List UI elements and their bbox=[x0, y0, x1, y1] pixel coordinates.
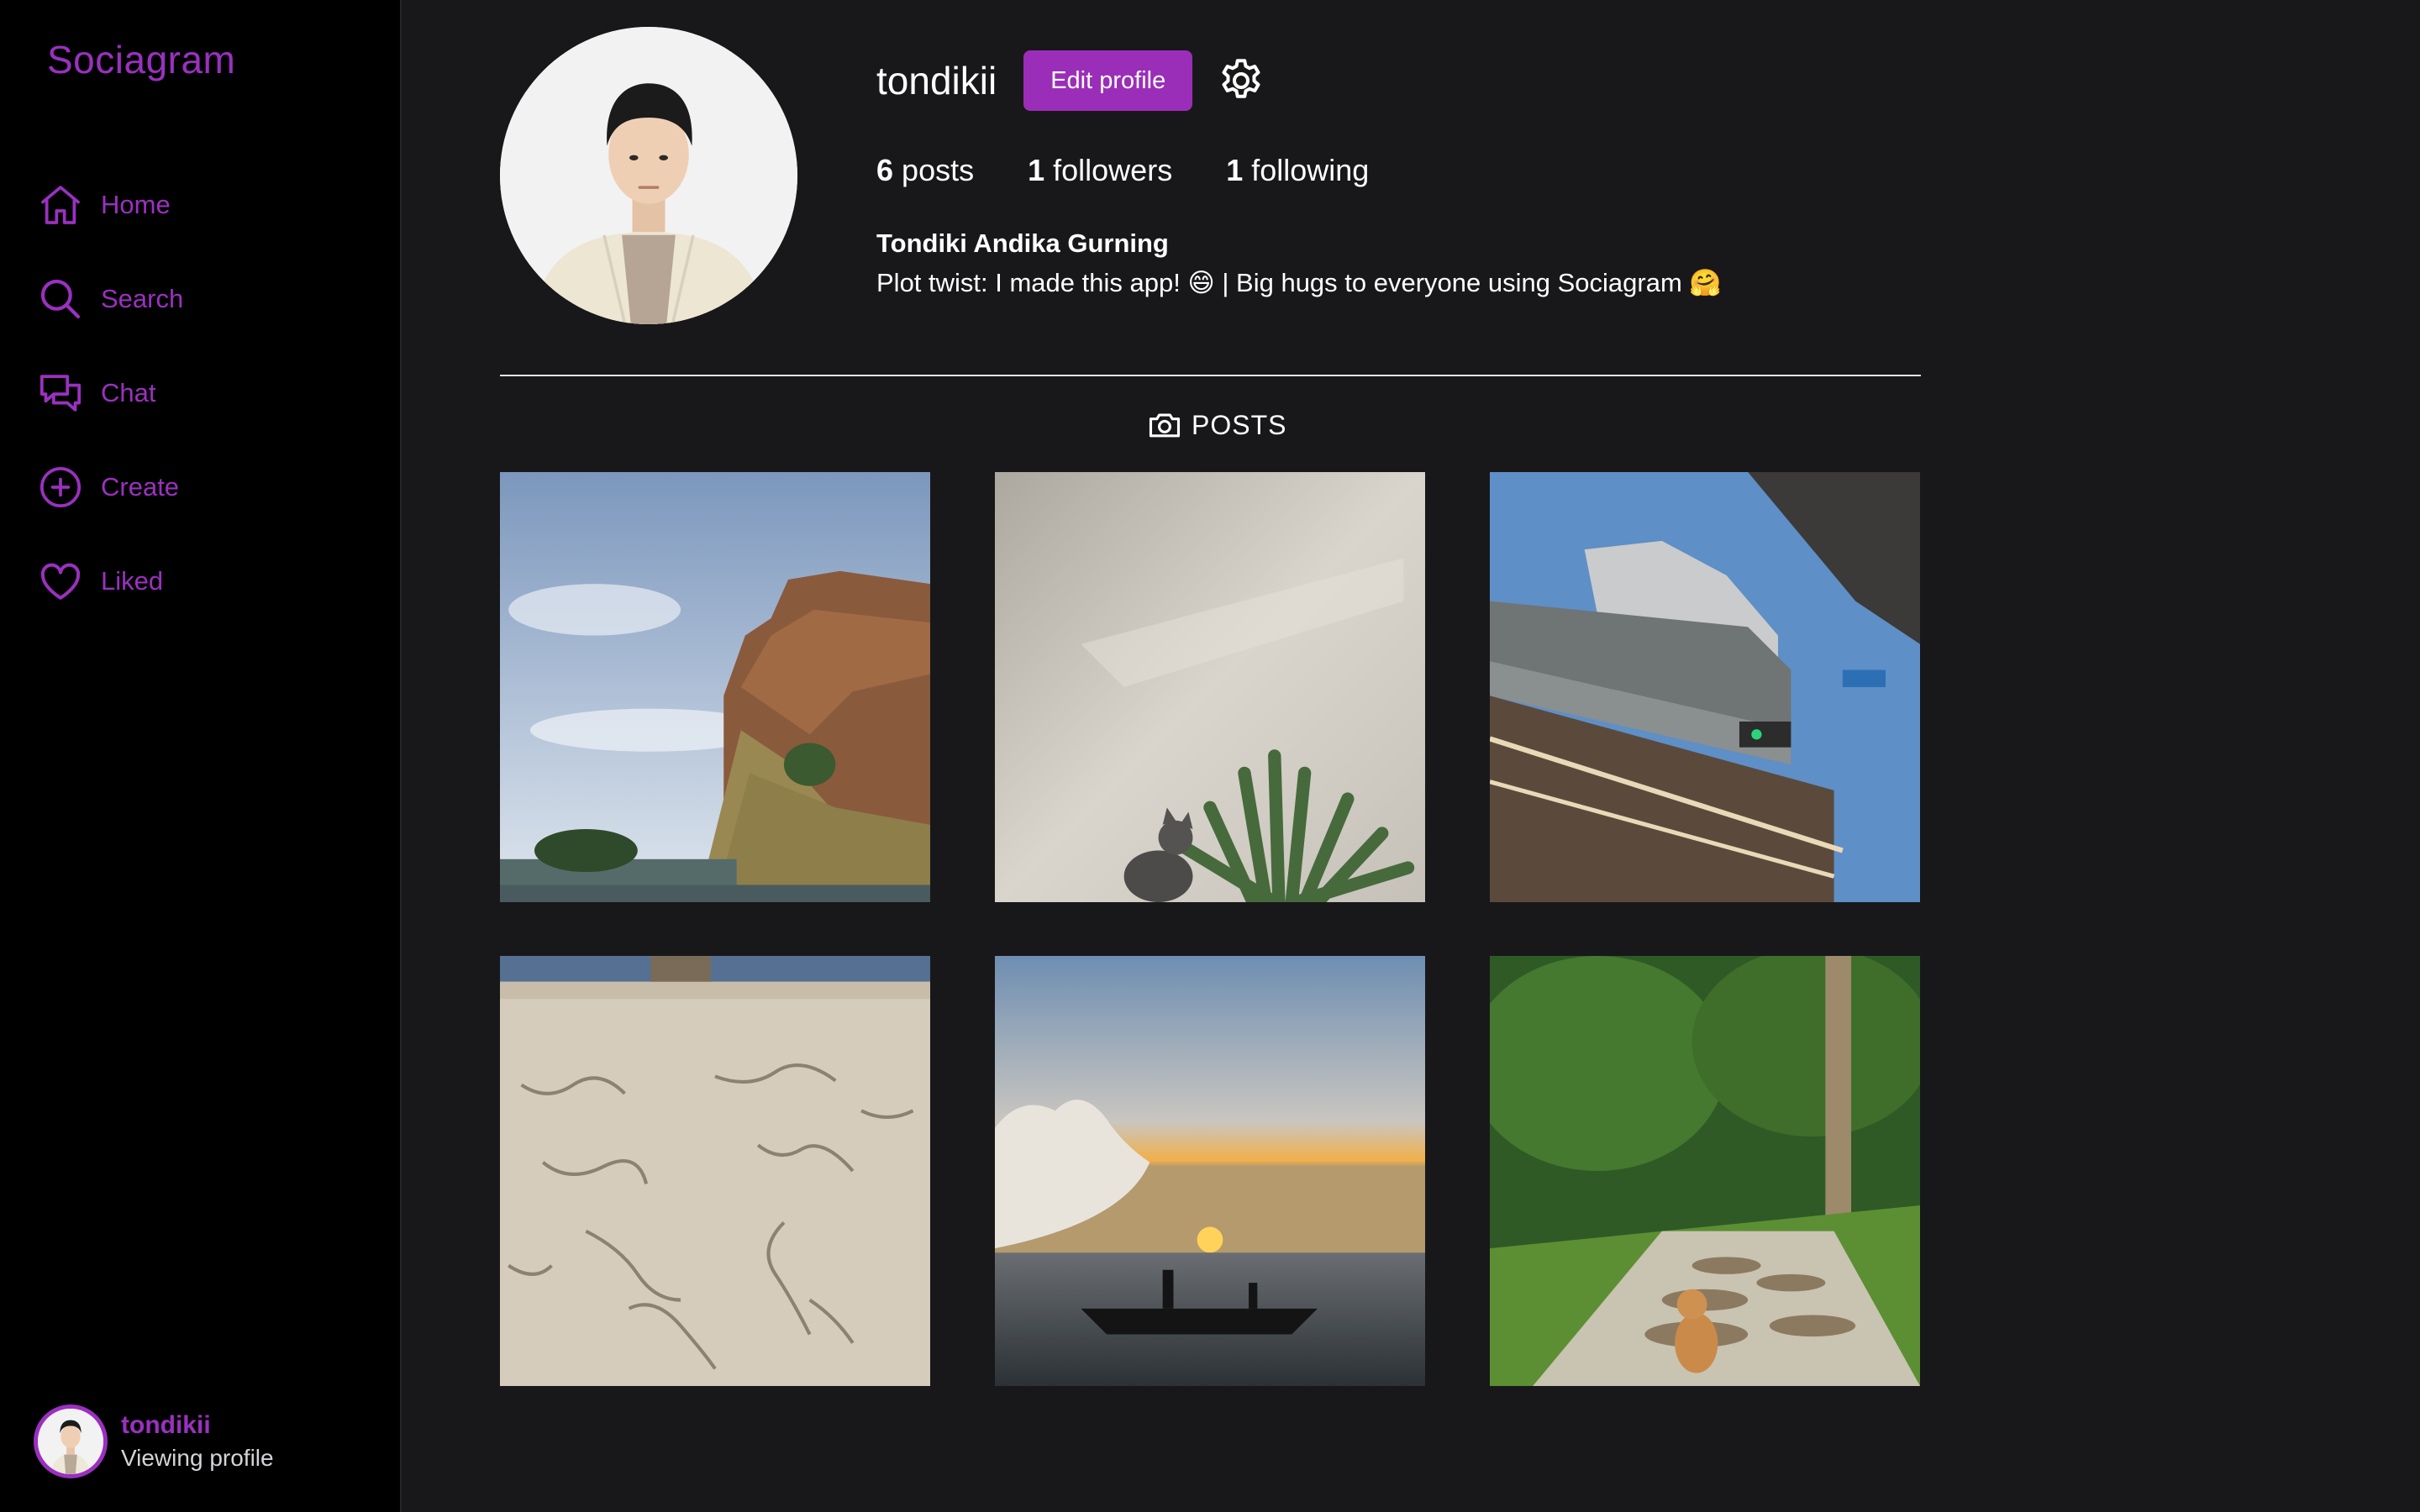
followers-count[interactable]: 1 followers bbox=[1028, 153, 1172, 188]
sand-beach-photo bbox=[500, 956, 930, 1386]
sidebar-item-liked[interactable]: Liked bbox=[37, 554, 373, 608]
profile-header: tondikii Edit profile bbox=[876, 50, 1266, 111]
profile-stats: 6 posts 1 followers 1 following bbox=[876, 153, 1423, 188]
brand-logo[interactable]: Sociagram bbox=[47, 37, 235, 82]
sidebar-nav: Home Search Chat Create Liked bbox=[37, 178, 373, 648]
posts-count: 6 posts bbox=[876, 153, 974, 188]
profile-username: tondikii bbox=[876, 59, 997, 102]
profile-avatar[interactable] bbox=[500, 27, 797, 324]
sidebar-user-card[interactable]: tondikii Viewing profile bbox=[34, 1404, 274, 1478]
profile-bio: Plot twist: I made this app! 😄 | Big hug… bbox=[876, 268, 1723, 297]
sidebar-user-status: Viewing profile bbox=[121, 1445, 274, 1471]
posts-count-value: 6 bbox=[876, 153, 894, 187]
tab-posts[interactable]: POSTS bbox=[1146, 407, 1286, 444]
posts-count-label: posts bbox=[902, 153, 975, 187]
sidebar-item-label: Create bbox=[101, 472, 180, 501]
sidebar: Sociagram Home Search Chat Create Liked … bbox=[0, 0, 402, 1512]
sunset-boat-photo bbox=[995, 956, 1425, 1386]
chat-icon bbox=[37, 370, 84, 417]
followers-count-label: followers bbox=[1053, 153, 1173, 187]
sidebar-item-label: Chat bbox=[101, 378, 156, 407]
post-thumbnail-garden-cat[interactable] bbox=[1490, 956, 1920, 1386]
plus-circle-icon bbox=[37, 464, 84, 511]
sidebar-user-text: tondikii Viewing profile bbox=[121, 1411, 274, 1472]
app-root: Sociagram Home Search Chat Create Liked … bbox=[0, 0, 2420, 1512]
sidebar-item-home[interactable]: Home bbox=[37, 178, 373, 232]
cat-garden-path-photo bbox=[1490, 956, 1920, 1386]
heart-icon bbox=[37, 558, 84, 605]
sidebar-item-label: Liked bbox=[101, 566, 164, 596]
post-thumbnail-cliff[interactable] bbox=[500, 472, 930, 902]
cliff-coast-photo bbox=[500, 472, 930, 902]
followers-count-value: 1 bbox=[1028, 153, 1045, 187]
cat-and-plant-photo bbox=[995, 472, 1425, 902]
home-icon bbox=[37, 181, 84, 228]
avatar[interactable] bbox=[34, 1404, 108, 1478]
camera-icon bbox=[1149, 413, 1181, 438]
following-count-label: following bbox=[1251, 153, 1370, 187]
following-count-value: 1 bbox=[1226, 153, 1244, 187]
sidebar-item-label: Search bbox=[101, 284, 184, 313]
profile-main: tondikii Edit profile 6 posts 1 follower… bbox=[402, 0, 2420, 1512]
post-thumbnail-sunset[interactable] bbox=[995, 956, 1425, 1386]
post-thumbnail-sand[interactable] bbox=[500, 956, 930, 1386]
divider bbox=[500, 375, 1921, 376]
sidebar-item-search[interactable]: Search bbox=[37, 272, 373, 326]
search-icon bbox=[37, 276, 84, 323]
tab-posts-label: POSTS bbox=[1192, 409, 1287, 440]
sidebar-username: tondikii bbox=[121, 1411, 211, 1439]
sidebar-item-label: Home bbox=[101, 190, 171, 219]
gear-icon[interactable] bbox=[1216, 55, 1266, 106]
sidebar-item-create[interactable]: Create bbox=[37, 460, 373, 514]
post-thumbnail-overpass[interactable] bbox=[1490, 472, 1920, 902]
overpass-building-photo bbox=[1490, 472, 1920, 902]
profile-full-name: Tondiki Andika Gurning bbox=[876, 228, 1169, 258]
following-count[interactable]: 1 following bbox=[1226, 153, 1369, 188]
post-thumbnail-cat-plant[interactable] bbox=[995, 472, 1425, 902]
edit-profile-button[interactable]: Edit profile bbox=[1023, 50, 1193, 111]
sidebar-item-chat[interactable]: Chat bbox=[37, 366, 373, 420]
